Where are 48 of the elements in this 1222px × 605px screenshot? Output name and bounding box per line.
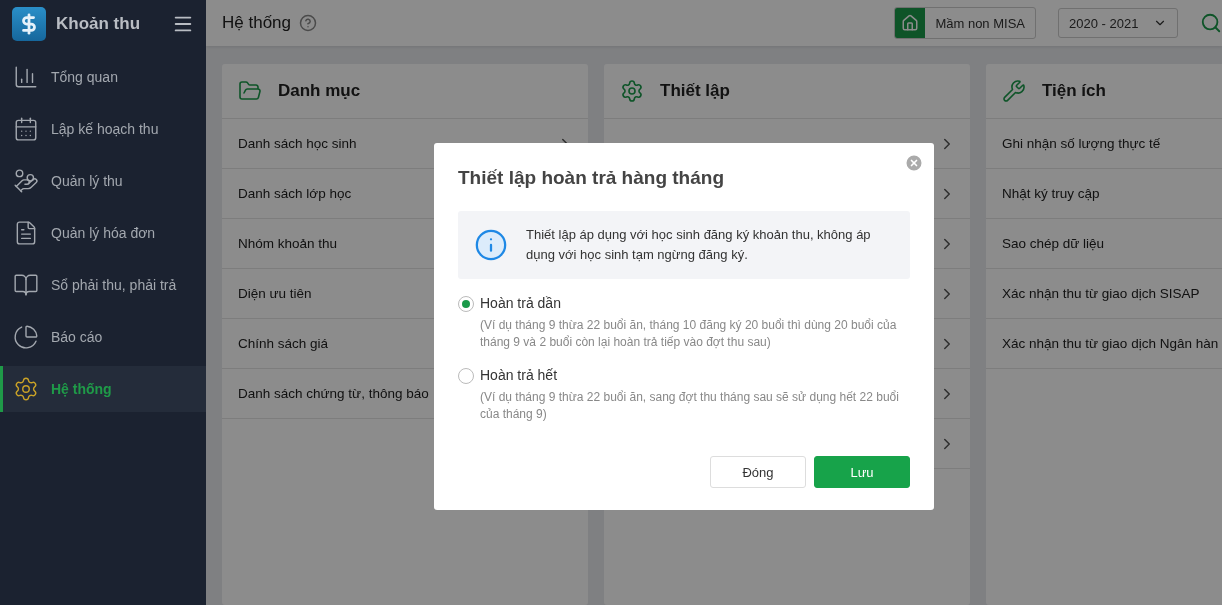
year-select[interactable]: 2020 - 2021 bbox=[1058, 8, 1178, 38]
close-text-button[interactable]: Đóng bbox=[710, 456, 806, 488]
card-title: Tiện ích bbox=[1042, 81, 1106, 101]
menu-item[interactable]: Danh sách học sinh bbox=[238, 136, 357, 151]
sidebar-item[interactable]: Hệ thống bbox=[0, 366, 206, 412]
menu-item[interactable]: Nhóm khoản thu bbox=[238, 236, 338, 251]
settings-icon bbox=[13, 376, 39, 402]
sidebar-item[interactable]: Tổng quan bbox=[0, 54, 206, 100]
menu-item[interactable]: Sao chép dữ liệu bbox=[1002, 236, 1105, 251]
option-label: Hoàn trả dần bbox=[480, 295, 562, 311]
calendar-icon bbox=[13, 116, 39, 142]
folder-icon bbox=[238, 79, 262, 103]
card-title: Thiết lập bbox=[660, 81, 730, 101]
menu-item[interactable]: Danh sách lớp học bbox=[238, 186, 352, 201]
help-icon[interactable] bbox=[299, 14, 317, 32]
card-title: Danh mục bbox=[278, 81, 361, 101]
house-icon bbox=[895, 8, 926, 38]
info-text: Thiết lập áp dụng với học sinh đăng ký khoản thu, không áp dụng với học sinh tạm ngừng đăng ký. bbox=[526, 226, 872, 264]
dialog-title: Thiết lập hoàn trả hàng tháng bbox=[458, 167, 725, 189]
page-title: Hệ thống bbox=[222, 13, 291, 33]
menu-item[interactable]: Nhật ký truy cập bbox=[1002, 186, 1100, 201]
book-icon bbox=[13, 272, 39, 298]
info-icon bbox=[474, 228, 508, 262]
wrench-icon bbox=[1002, 79, 1026, 103]
menu-item[interactable]: Xác nhận thu từ giao dịch SISAP bbox=[1002, 286, 1200, 301]
coin-hand-icon bbox=[13, 168, 39, 194]
pie-chart-icon bbox=[13, 324, 39, 350]
settings-icon bbox=[620, 79, 644, 103]
sidebar-item[interactable]: Quản lý hóa đơn bbox=[0, 210, 206, 256]
search-icon[interactable] bbox=[1200, 12, 1222, 34]
menu-item[interactable]: Chính sách giá bbox=[238, 336, 329, 351]
option-label: Hoàn trả hết bbox=[480, 367, 559, 383]
school-button[interactable]: Mầm non MISA bbox=[894, 7, 1036, 39]
menu-item[interactable]: Danh sách chứng từ, thông báo bbox=[238, 386, 429, 401]
menu-item[interactable]: Xác nhận thu từ giao dịch Ngân hàn bbox=[1002, 336, 1219, 351]
save-button[interactable]: Lưu bbox=[814, 456, 910, 488]
bar-chart-icon bbox=[13, 64, 39, 90]
dollar-logo-icon bbox=[12, 7, 46, 41]
menu-item[interactable]: Diện ưu tiên bbox=[238, 286, 312, 301]
sidebar-item[interactable]: Quản lý thu bbox=[0, 158, 206, 204]
menu-item[interactable]: Ghi nhận số lượng thực tế bbox=[1002, 136, 1161, 151]
option-description: (Ví dụ tháng 9 thừa 22 buổi ăn, sang đợt thu tháng sau sẽ sử dụng hết 22 buổi của tháng 9) bbox=[480, 389, 900, 423]
sidebar-item[interactable]: Lập kế hoạch thu bbox=[0, 106, 206, 152]
app-title: Khoản thu bbox=[56, 14, 142, 34]
option-description: (Ví dụ tháng 9 thừa 22 buổi ăn, tháng 10 đăng ký 20 buổi thì dùng 20 buổi của tháng 9 và 2 buổi còn lại hoàn trả tiếp vào đợt thu sau) bbox=[480, 317, 898, 351]
close-button[interactable] bbox=[904, 153, 924, 173]
sidebar-item[interactable]: Sổ phải thu, phải trả bbox=[0, 262, 206, 308]
sidebar-item[interactable]: Báo cáo bbox=[0, 314, 206, 360]
